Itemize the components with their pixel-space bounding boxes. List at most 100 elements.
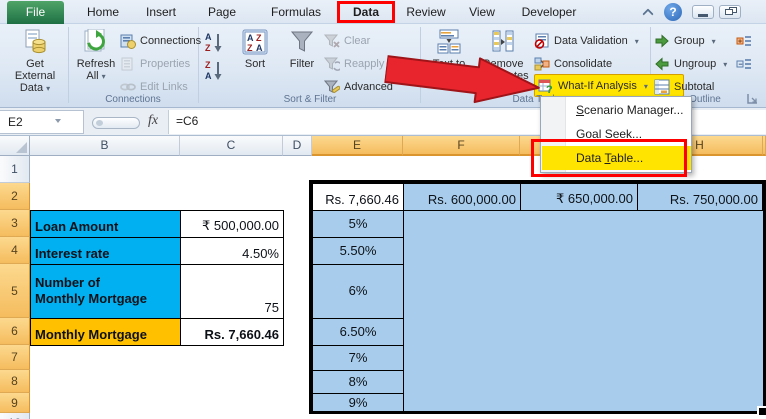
cell-B6-monthly-mortgage-label[interactable]: Monthly Mortgage xyxy=(30,318,181,346)
tab-home[interactable]: Home xyxy=(78,2,128,23)
ungroup-arrow-icon xyxy=(654,56,670,72)
show-detail-icon: + xyxy=(736,33,752,49)
name-box[interactable]: E2 xyxy=(0,110,84,134)
cell-C4-interest-rate-value[interactable]: 4.50% xyxy=(180,237,284,265)
tab-data[interactable]: Data xyxy=(340,2,392,23)
tab-review[interactable]: Review xyxy=(398,2,454,23)
cell-F2-loan-600000[interactable]: Rs. 600,000.00 xyxy=(403,183,521,211)
hide-detail-button[interactable]: − xyxy=(736,53,752,74)
what-if-analysis-label: What-If Analysis xyxy=(558,79,637,92)
row-header-9[interactable]: 9 xyxy=(0,393,30,413)
col-header-E[interactable]: E xyxy=(312,136,403,156)
data-validation-icon xyxy=(534,33,550,49)
connections-icon xyxy=(120,33,136,49)
col-header-C[interactable]: C xyxy=(180,136,283,156)
consolidate-icon xyxy=(534,56,550,72)
remove-duplicates-label: Remove Duplicates xyxy=(477,58,529,82)
cell-C5-number-of-payments-value[interactable]: 75 xyxy=(180,264,284,319)
reapply-filter-button: Reapply xyxy=(324,53,384,74)
cell-E4-rate-5-50[interactable]: 5.50% xyxy=(312,237,404,265)
cell-B4-interest-rate-label[interactable]: Interest rate xyxy=(30,237,181,265)
cell-C3-loan-amount-value[interactable]: ₹ 500,000.00 xyxy=(180,210,284,238)
cell-E9-rate-9[interactable]: 9% xyxy=(312,393,404,414)
ungroup-button[interactable]: Ungroup xyxy=(654,53,727,74)
consolidate-button[interactable]: Consolidate xyxy=(534,53,612,74)
minimize-icon xyxy=(698,14,708,17)
sort-dialog-icon: AZZA xyxy=(242,29,268,55)
row-header-5[interactable]: 5 xyxy=(0,264,30,318)
clear-filter-label: Clear xyxy=(344,34,371,47)
cell-E2-formula-corner[interactable]: Rs. 7,660.46 xyxy=(312,183,404,211)
cell-H2-loan-750000[interactable]: Rs. 750,000.00 xyxy=(637,183,763,211)
data-table-empty-region[interactable] xyxy=(403,210,763,413)
row-header-1[interactable]: 1 xyxy=(0,156,30,183)
filter-label: Filter xyxy=(289,58,315,70)
data-validation-label: Data Validation xyxy=(554,34,628,47)
text-to-columns-button[interactable]: Text to Columns xyxy=(424,27,474,97)
tab-file[interactable]: File xyxy=(7,1,64,24)
sort-descending-button[interactable]: ZA xyxy=(202,58,226,82)
show-detail-button[interactable]: + xyxy=(736,30,752,51)
hide-detail-icon: − xyxy=(736,56,752,72)
cell-B3-loan-amount-label[interactable]: Loan Amount xyxy=(30,210,181,238)
group-arrow-icon xyxy=(654,33,670,49)
insert-function-button[interactable]: fx xyxy=(148,113,158,129)
dropdown-arrow-icon xyxy=(709,35,716,47)
fill-handle[interactable] xyxy=(757,406,766,415)
menu-item-data-table[interactable]: Data Table... xyxy=(542,146,691,170)
svg-text:Z: Z xyxy=(247,43,253,53)
row-header-10[interactable]: 10 xyxy=(0,413,30,419)
get-external-data-button[interactable]: Get External Data xyxy=(5,27,65,97)
tab-formulas[interactable]: Formulas xyxy=(264,2,328,23)
cell-E6-rate-6-50[interactable]: 6.50% xyxy=(312,318,404,346)
menu-item-scenario-manager[interactable]: Scenario Manager... xyxy=(542,98,691,122)
row-header-2[interactable]: 2 xyxy=(0,183,30,210)
col-header-D[interactable]: D xyxy=(283,136,312,156)
edit-links-label: Edit Links xyxy=(140,80,188,93)
external-data-icon xyxy=(22,29,48,55)
select-all-corner[interactable] xyxy=(0,136,30,156)
refresh-all-button[interactable]: Refresh All xyxy=(72,27,120,97)
svg-text:?: ? xyxy=(546,84,553,94)
sort-button[interactable]: AZZA Sort xyxy=(232,27,278,97)
remove-duplicates-button[interactable]: Remove Duplicates xyxy=(476,27,530,97)
restore-button[interactable] xyxy=(719,5,741,19)
sort-ascending-button[interactable]: AZ xyxy=(202,30,226,54)
tab-view[interactable]: View xyxy=(458,2,506,23)
row-header-7[interactable]: 7 xyxy=(0,345,30,370)
row-header-8[interactable]: 8 xyxy=(0,370,30,393)
cell-E5-rate-6[interactable]: 6% xyxy=(312,264,404,319)
row-header-3[interactable]: 3 xyxy=(0,210,30,237)
cell-E7-rate-7[interactable]: 7% xyxy=(312,345,404,371)
menu-item-goal-seek[interactable]: Goal Seek... xyxy=(542,122,691,146)
advanced-filter-label: Advanced xyxy=(344,80,393,93)
connections-label: Connections xyxy=(140,34,202,47)
filter-button[interactable]: Filter xyxy=(280,27,324,97)
row-header-6[interactable]: 6 xyxy=(0,318,30,345)
svg-text:Z: Z xyxy=(205,43,211,53)
name-box-dropdown-icon[interactable] xyxy=(55,119,61,123)
collapse-ribbon-icon[interactable] xyxy=(642,8,654,20)
col-header-B[interactable]: B xyxy=(30,136,180,156)
col-header-F[interactable]: F xyxy=(403,136,520,156)
data-validation-button[interactable]: Data Validation xyxy=(534,30,639,51)
cell-B5-number-of-payments-label[interactable]: Number of Monthly Mortgage xyxy=(30,264,181,319)
svg-text:A: A xyxy=(205,32,212,42)
tab-insert[interactable]: Insert xyxy=(136,2,186,23)
cell-E8-rate-8[interactable]: 8% xyxy=(312,370,404,394)
minimize-button[interactable] xyxy=(692,5,714,19)
connections-button[interactable]: Connections xyxy=(120,30,201,51)
properties-label: Properties xyxy=(140,57,191,70)
cell-C6-monthly-mortgage-value[interactable]: Rs. 7,660.46 xyxy=(180,318,284,346)
row-header-4[interactable]: 4 xyxy=(0,237,30,264)
tab-developer[interactable]: Developer xyxy=(512,2,586,23)
tab-page-layout[interactable]: Page Layout xyxy=(190,2,254,40)
ribbon-tab-bar: File Home Insert Page Layout Formulas Da… xyxy=(0,0,766,40)
group-button[interactable]: Group xyxy=(654,30,716,51)
excel-window: File Home Insert Page Layout Formulas Da… xyxy=(0,0,766,419)
what-if-analysis-icon: ? xyxy=(538,78,554,94)
help-icon[interactable]: ? xyxy=(664,3,682,21)
cell-G2-loan-650000[interactable]: ₹ 650,000.00 xyxy=(520,183,638,211)
reapply-filter-label: Reapply xyxy=(344,57,385,70)
cell-E3-rate-5[interactable]: 5% xyxy=(312,210,404,238)
